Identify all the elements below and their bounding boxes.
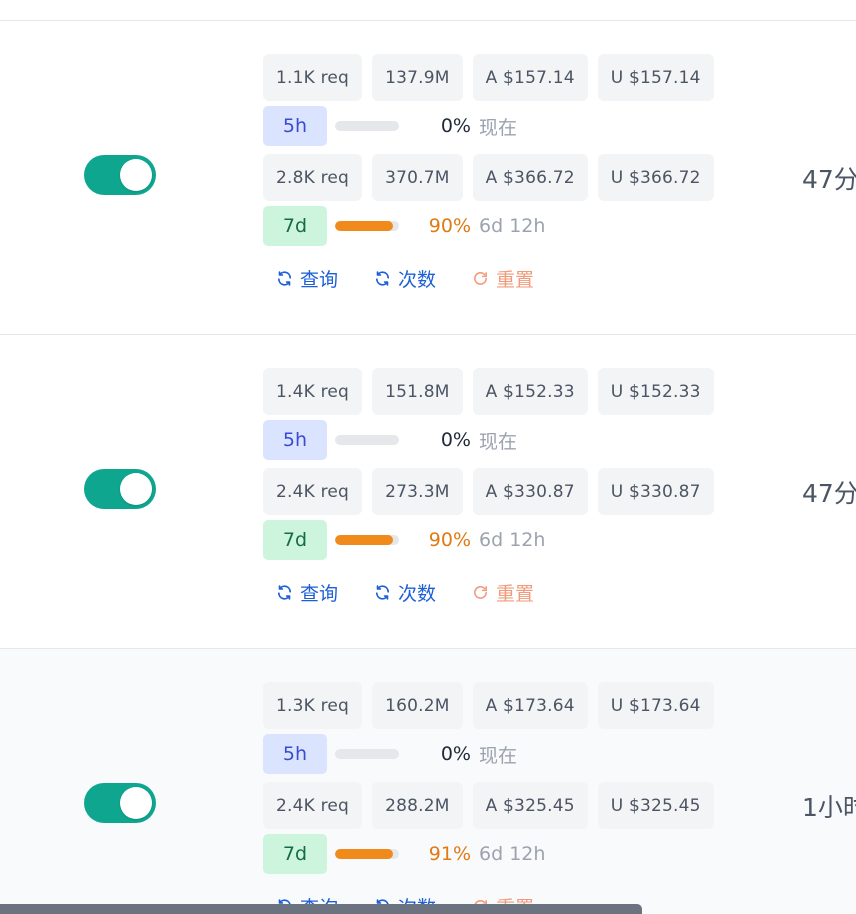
row-actions: 查询 次数 重置 [276,264,570,292]
window-5h-progress [335,749,399,759]
toggle-knob [120,787,152,819]
request-count: 1.3K req [263,682,363,729]
request-count: 2.4K req [263,468,363,515]
window-5h: 5h 0% 现在 [263,420,517,460]
query-label: 查询 [300,268,339,291]
refresh-icon [277,584,292,600]
window-7d-reset-time: 6d 12h [479,215,546,237]
account-enable-toggle[interactable] [84,469,156,509]
u-cost: U $152.33 [597,368,714,415]
window-7d: 7d 91% 6d 12h [263,834,545,874]
window-5h-progress [335,121,399,131]
window-5h-badge: 5h [263,420,327,460]
reset-label: 重置 [496,268,535,291]
window-7d: 7d 90% 6d 12h [263,206,545,246]
row-actions: 查询 次数 重置 [276,578,570,606]
window-7d-percent: 90% [428,529,471,551]
window-7d-badge: 7d [263,206,327,246]
window-5h-badge: 5h [263,106,327,146]
window-7d-progress-fill [335,535,393,545]
window-5h-reset-time: 现在 [479,430,518,453]
count-button[interactable]: 次数 [374,579,436,606]
table-row: 1.1K req 137.9M A $157.14 U $157.14 5h 0… [0,21,856,335]
a-cost: A $157.14 [472,54,588,101]
token-count: 288.2M [372,782,463,829]
window-5h: 5h 0% 现在 [263,106,517,146]
a-cost: A $152.33 [472,368,588,415]
query-label: 查询 [300,582,339,605]
usage-5h-stats: 1.4K req 151.8M A $152.33 U $152.33 [263,368,714,415]
query-button[interactable]: 查询 [276,579,338,606]
reset-label: 重置 [496,582,535,605]
query-button[interactable]: 查询 [276,265,338,292]
count-label: 次数 [398,268,437,291]
u-cost: U $173.64 [597,682,714,729]
refresh-icon [375,584,390,600]
a-cost: A $173.64 [472,682,588,729]
account-enable-toggle[interactable] [84,155,156,195]
table-row: 1.3K req 160.2M A $173.64 U $173.64 5h 0… [0,649,856,914]
window-7d-reset-time: 6d 12h [479,529,546,551]
window-7d-badge: 7d [263,834,327,874]
reset-icon [474,585,487,599]
u-cost: U $366.72 [597,154,714,201]
table-row: 1.4K req 151.8M A $152.33 U $152.33 5h 0… [0,335,856,649]
reset-button[interactable]: 重置 [472,579,534,606]
window-5h-percent: 0% [440,429,471,451]
window-5h-reset-time: 现在 [479,744,518,767]
window-7d-progress [335,535,399,545]
a-cost: A $330.87 [472,468,588,515]
token-count: 151.8M [372,368,463,415]
request-count: 1.1K req [263,54,363,101]
refresh-icon [277,270,292,286]
window-5h-reset-time: 现在 [479,116,518,139]
request-count: 2.4K req [263,782,363,829]
account-enable-toggle[interactable] [84,783,156,823]
u-cost: U $157.14 [597,54,714,101]
u-cost: U $330.87 [597,468,714,515]
refresh-icon [375,270,390,286]
usage-7d-stats: 2.4K req 273.3M A $330.87 U $330.87 [263,468,714,515]
token-count: 137.9M [372,54,463,101]
window-7d-badge: 7d [263,520,327,560]
last-used-time: 47分 [802,479,856,508]
request-count: 1.4K req [263,368,363,415]
count-label: 次数 [398,582,437,605]
window-7d: 7d 90% 6d 12h [263,520,545,560]
horizontal-scrollbar[interactable] [0,904,642,914]
a-cost: A $366.72 [472,154,588,201]
window-7d-progress-fill [335,221,393,231]
token-count: 273.3M [372,468,463,515]
toggle-knob [120,473,152,505]
window-7d-percent: 90% [428,215,471,237]
usage-5h-stats: 1.1K req 137.9M A $157.14 U $157.14 [263,54,714,101]
window-7d-reset-time: 6d 12h [479,843,546,865]
window-7d-progress-fill [335,849,394,859]
last-used-time: 47分 [802,165,856,194]
request-count: 2.8K req [263,154,363,201]
window-7d-progress [335,849,399,859]
token-count: 370.7M [372,154,463,201]
window-7d-percent: 91% [428,843,471,865]
u-cost: U $325.45 [597,782,714,829]
a-cost: A $325.45 [472,782,588,829]
window-7d-progress [335,221,399,231]
window-5h-progress [335,435,399,445]
window-5h: 5h 0% 现在 [263,734,517,774]
toggle-knob [120,159,152,191]
usage-7d-stats: 2.4K req 288.2M A $325.45 U $325.45 [263,782,714,829]
last-used-time: 1小时 [802,793,856,822]
usage-5h-stats: 1.3K req 160.2M A $173.64 U $173.64 [263,682,714,729]
reset-icon [474,271,487,285]
usage-7d-stats: 2.8K req 370.7M A $366.72 U $366.72 [263,154,714,201]
count-button[interactable]: 次数 [374,265,436,292]
window-5h-percent: 0% [440,743,471,765]
window-5h-percent: 0% [440,115,471,137]
reset-button[interactable]: 重置 [472,265,534,292]
window-5h-badge: 5h [263,734,327,774]
token-count: 160.2M [372,682,463,729]
